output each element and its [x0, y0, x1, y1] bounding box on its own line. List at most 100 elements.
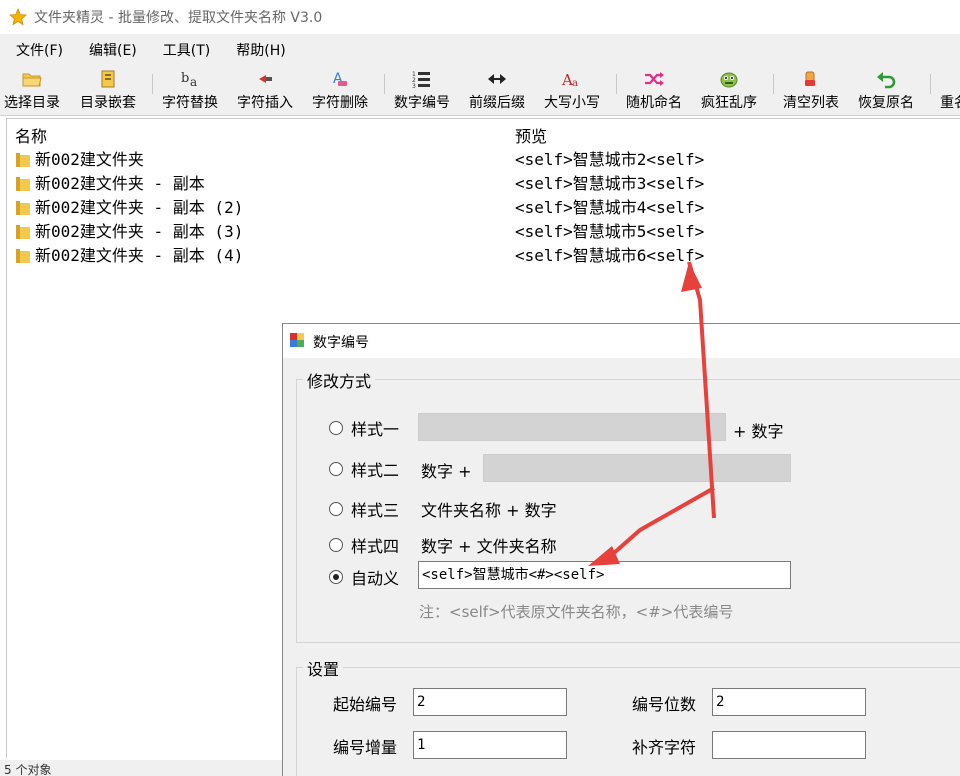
folder-icon [15, 224, 31, 244]
list-item[interactable]: 新002建文件夹 - 副本 <self>智慧城市3<self> [7, 172, 957, 196]
menu-file[interactable]: 文件(F) [6, 36, 73, 64]
shuffle-icon [643, 68, 665, 90]
numbered-list-icon: 123 [411, 68, 433, 90]
folder-preview: <self>智慧城市5<self> [515, 222, 705, 241]
select-directory-button[interactable]: 选择目录 [4, 68, 60, 114]
nested-folder-icon [98, 68, 118, 90]
nested-directory-button[interactable]: 目录嵌套 [80, 68, 136, 114]
insert-chars-icon [255, 68, 275, 90]
padding-char-input[interactable] [712, 731, 866, 759]
folder-preview: <self>智慧城市4<self> [515, 198, 705, 217]
random-name-button[interactable]: 随机命名 [626, 68, 682, 114]
menu-help[interactable]: 帮助(H) [226, 36, 295, 64]
column-header-preview[interactable]: 预览 [515, 123, 547, 147]
window-title: 文件夹精灵 - 批量修改、提取文件夹名称 V3.0 [34, 10, 323, 26]
svg-text:a: a [190, 75, 197, 89]
settings-group [296, 667, 960, 776]
radio-indicator [329, 502, 343, 516]
folder-icon [15, 176, 31, 196]
style2-radio[interactable]: 样式二 [329, 457, 399, 481]
custom-pattern-input[interactable]: <self>智慧城市<#><self> [418, 561, 791, 589]
style2-prefix: 数字 + [421, 462, 472, 481]
toolbar-separator [773, 74, 774, 94]
clear-list-button[interactable]: 清空列表 [783, 68, 839, 114]
increment-label: 编号增量 [333, 738, 398, 757]
folder-open-icon [21, 68, 43, 90]
folder-name: 新002建文件夹 - 副本 [35, 174, 205, 193]
svg-text:b: b [181, 71, 189, 86]
increment-input[interactable]: 1 [413, 731, 567, 759]
restore-name-button[interactable]: 恢复原名 [858, 68, 914, 114]
status-bar: 5 个对象 [0, 760, 284, 776]
toolbar: 选择目录 目录嵌套 ba 字符替换 字符插入 A 字符删除 123 数字编号 前… [0, 66, 960, 116]
crazy-face-icon [718, 68, 740, 90]
upper-lower-case-button[interactable]: Aa 大写小写 [544, 68, 600, 114]
radio-indicator [329, 570, 343, 584]
pattern-note: 注：<self>代表原文件夹名称，<#>代表编号 [419, 603, 734, 621]
prefix-suffix-icon [486, 68, 508, 90]
radio-indicator [329, 462, 343, 476]
menu-tools[interactable]: 工具(T) [153, 36, 220, 64]
style1-radio[interactable]: 样式一 [329, 416, 399, 440]
style2-text-input[interactable] [483, 454, 791, 482]
style4-description: 数字 + 文件夹名称 [421, 537, 557, 556]
menu-bar: 文件(F) 编辑(E) 工具(T) 帮助(H) [0, 34, 960, 66]
column-header-name[interactable]: 名称 [15, 123, 47, 147]
toolbar-separator [384, 74, 385, 94]
folder-preview: <self>智慧城市6<self> [515, 246, 705, 265]
toolbar-separator [152, 74, 153, 94]
prefix-suffix-button[interactable]: 前缀后缀 [469, 68, 525, 114]
replace-chars-button[interactable]: ba 字符替换 [162, 68, 218, 114]
digits-label: 编号位数 [632, 695, 697, 714]
start-number-label: 起始编号 [333, 695, 398, 714]
folder-name: 新002建文件夹 - 副本 (4) [35, 246, 244, 265]
folder-preview: <self>智慧城市2<self> [515, 150, 705, 169]
list-item[interactable]: 新002建文件夹 <self>智慧城市2<self> [7, 148, 957, 172]
delete-chars-icon: A [330, 68, 350, 90]
title-bar: 文件夹精灵 - 批量修改、提取文件夹名称 V3.0 [0, 0, 960, 34]
style1-suffix: + 数字 [733, 422, 784, 441]
svg-text:a: a [572, 78, 578, 89]
number-sequence-button[interactable]: 123 数字编号 [394, 68, 450, 114]
folder-icon [15, 152, 31, 172]
folder-icon [15, 200, 31, 220]
style3-description: 文件夹名称 + 数字 [421, 501, 557, 520]
style3-radio[interactable]: 样式三 [329, 497, 399, 521]
list-item[interactable]: 新002建文件夹 - 副本 (2) <self>智慧城市4<self> [7, 196, 957, 220]
list-item[interactable]: 新002建文件夹 - 副本 (3) <self>智慧城市5<self> [7, 220, 957, 244]
style4-radio[interactable]: 样式四 [329, 533, 399, 557]
list-item[interactable]: 新002建文件夹 - 副本 (4) <self>智慧城市6<self> [7, 244, 957, 268]
menu-edit[interactable]: 编辑(E) [79, 36, 147, 64]
rename-button[interactable]: 重名 [940, 68, 960, 114]
folder-name: 新002建文件夹 - 副本 (3) [35, 222, 244, 241]
toolbar-separator [930, 74, 931, 94]
app-window-icon [289, 332, 305, 352]
folder-name: 新002建文件夹 [35, 150, 144, 169]
radio-indicator [329, 538, 343, 552]
settings-group-label: 设置 [303, 656, 344, 680]
undo-icon [875, 68, 897, 90]
radio-indicator [329, 421, 343, 435]
folder-name: 新002建文件夹 - 副本 (2) [35, 198, 244, 217]
insert-chars-button[interactable]: 字符插入 [237, 68, 293, 114]
status-text: 5 个对象 [4, 763, 52, 776]
folder-icon [15, 248, 31, 268]
delete-chars-button[interactable]: A 字符删除 [312, 68, 368, 114]
case-icon: Aa [561, 68, 583, 90]
start-number-input[interactable]: 2 [413, 688, 567, 716]
custom-radio[interactable]: 自动义 [329, 565, 399, 589]
mode-group-label: 修改方式 [303, 368, 376, 392]
svg-text:3: 3 [412, 83, 416, 89]
replace-chars-icon: ba [179, 68, 201, 90]
star-icon [8, 7, 28, 27]
eraser-icon [801, 68, 821, 90]
crazy-shuffle-button[interactable]: 疯狂乱序 [701, 68, 757, 114]
dialog-title: 数字编号 [313, 335, 369, 351]
digits-input[interactable]: 2 [712, 688, 866, 716]
style1-text-input[interactable] [418, 413, 726, 441]
padding-char-label: 补齐字符 [632, 738, 697, 757]
number-sequence-dialog: 数字编号 修改方式 样式一 + 数字 样式二 数字 + 样式三 文件夹名称 + … [282, 323, 960, 776]
dialog-title-bar: 数字编号 [283, 324, 960, 358]
folder-preview: <self>智慧城市3<self> [515, 174, 705, 193]
toolbar-separator [616, 74, 617, 94]
